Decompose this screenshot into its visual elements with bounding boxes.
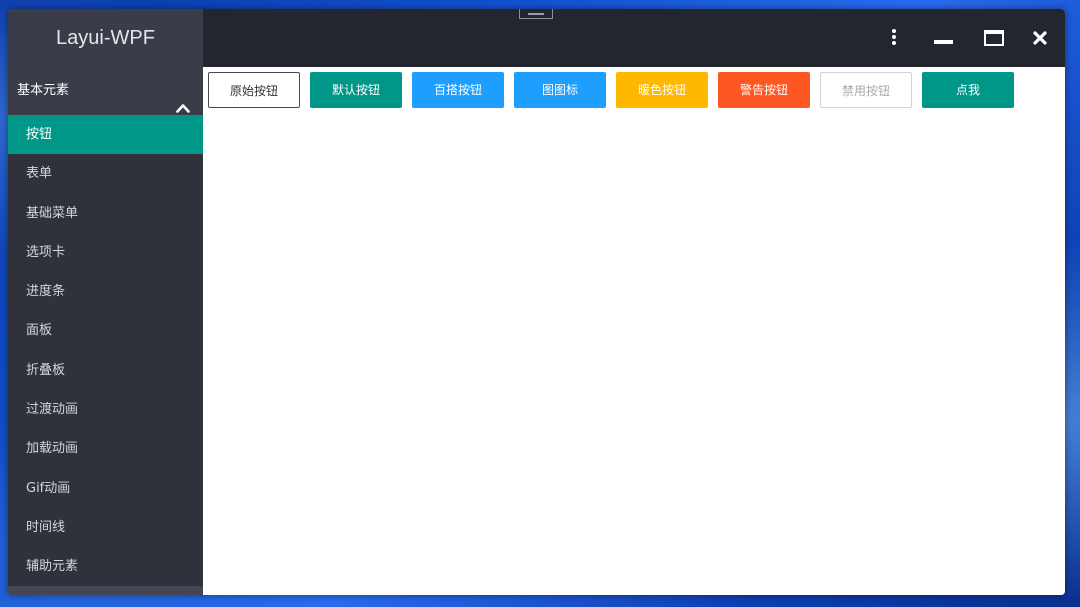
sidebar-item-timeline[interactable]: 时间线: [8, 508, 203, 547]
sidebar-item-basic-menu[interactable]: 基础菜单: [8, 194, 203, 233]
sidebar-item-form[interactable]: 表单: [8, 154, 203, 193]
sidebar: Layui-WPF 基本元素 按钮 表单 基础菜单 选项卡 进度条 面板 折叠板…: [8, 9, 203, 595]
sidebar-item-gif[interactable]: Gif动画: [8, 469, 203, 508]
danger-button[interactable]: 警告按钮: [718, 72, 810, 108]
sidebar-item-panel[interactable]: 面板: [8, 311, 203, 350]
default-button[interactable]: 默认按钮: [310, 72, 402, 108]
chevron-up-icon: [176, 86, 190, 134]
sidebar-group-basic-elements[interactable]: 基本元素: [8, 67, 203, 115]
sidebar-item-transition[interactable]: 过渡动画: [8, 390, 203, 429]
more-vertical-icon[interactable]: [879, 23, 909, 53]
normal-button[interactable]: 百搭按钮: [412, 72, 504, 108]
click-me-button[interactable]: 点我: [922, 72, 1014, 108]
warm-button[interactable]: 暖色按钮: [616, 72, 708, 108]
sidebar-item-progress[interactable]: 进度条: [8, 272, 203, 311]
close-icon[interactable]: [1025, 23, 1055, 53]
disabled-button: 禁用按钮: [820, 72, 912, 108]
sidebar-item-auxiliary[interactable]: 辅助元素: [8, 547, 203, 586]
app-title: Layui-WPF: [8, 9, 203, 67]
sidebar-group-label: 基本元素: [17, 83, 70, 98]
sidebar-item-collapse[interactable]: 折叠板: [8, 351, 203, 390]
sidebar-scroll-edge: [8, 586, 203, 595]
title-bar[interactable]: [203, 9, 1065, 67]
minimize-icon[interactable]: [928, 23, 958, 53]
sidebar-item-loading[interactable]: 加载动画: [8, 429, 203, 468]
drag-handle-icon[interactable]: [519, 9, 553, 19]
main-content: 原始按钮 默认按钮 百搭按钮 图图标 暖色按钮 警告按钮 禁用按钮 点我: [203, 67, 1065, 595]
icon-button[interactable]: 图图标: [514, 72, 606, 108]
primary-button[interactable]: 原始按钮: [208, 72, 300, 108]
sidebar-item-tabs[interactable]: 选项卡: [8, 233, 203, 272]
maximize-icon[interactable]: [979, 23, 1009, 53]
app-window: Layui-WPF 基本元素 按钮 表单 基础菜单 选项卡 进度条 面板 折叠板…: [8, 9, 1065, 595]
sidebar-item-buttons[interactable]: 按钮: [8, 115, 203, 155]
